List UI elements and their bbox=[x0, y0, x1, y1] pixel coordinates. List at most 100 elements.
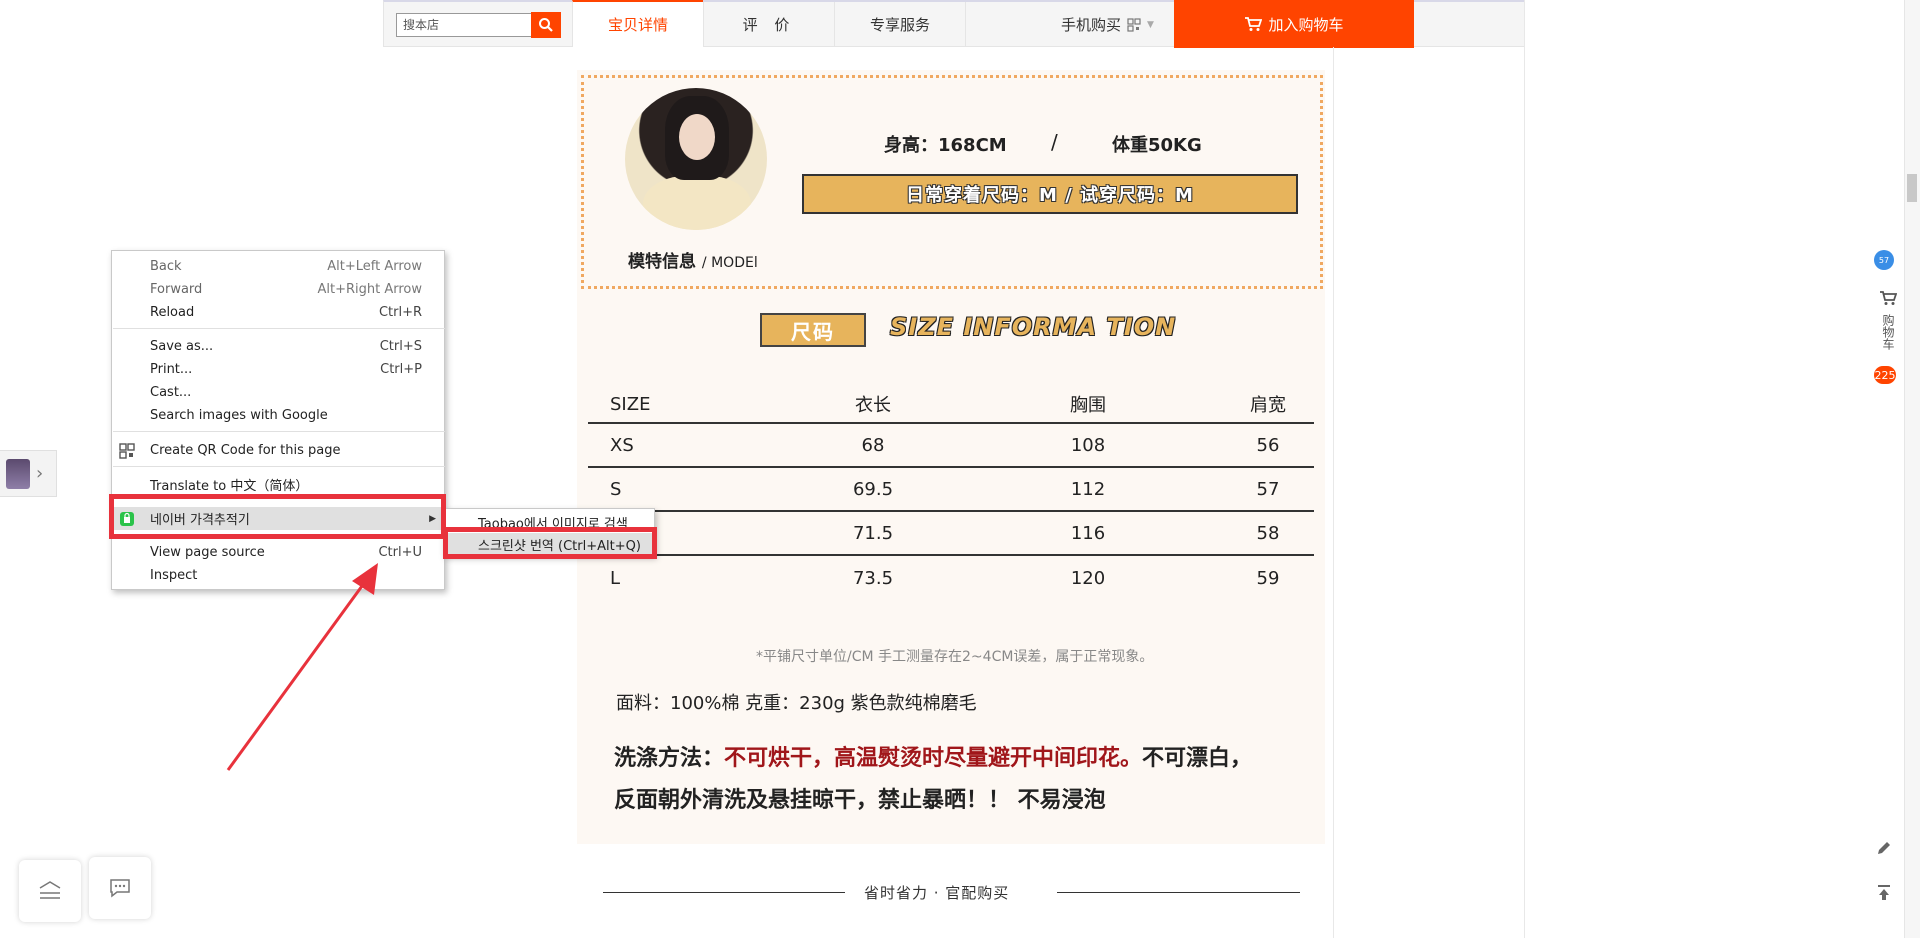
model-weight: 体重50KG bbox=[1112, 135, 1202, 156]
menu-item-label: Save as... bbox=[150, 339, 214, 354]
menu-item-search-images[interactable]: Search images with Google bbox=[112, 404, 444, 427]
annotation-highlight-box bbox=[443, 527, 657, 559]
measurement-note: *平铺尺寸单位/CM 手工测量存在2~4CM误差，属于正常现象。 bbox=[756, 649, 1154, 665]
table-cell: 59 bbox=[1256, 567, 1280, 589]
menu-item-shortcut: Ctrl+S bbox=[379, 339, 422, 354]
cart-icon bbox=[1880, 291, 1898, 305]
menu-item-translate[interactable]: Translate to 中文（简体） bbox=[112, 473, 444, 496]
history-thumbnail-toggle[interactable]: › bbox=[0, 450, 57, 497]
table-header-row: SIZE 衣长 胸围 肩宽 bbox=[588, 386, 1314, 424]
tab-exclusive-service[interactable]: 专享服务 bbox=[834, 2, 966, 47]
table-cell: XS bbox=[610, 434, 634, 456]
model-height: 身高：168CM bbox=[884, 135, 1007, 156]
table-cell: 56 bbox=[1256, 434, 1280, 456]
table-cell: 116 bbox=[1070, 522, 1106, 544]
add-to-cart-label: 加入购物车 bbox=[1268, 15, 1344, 34]
feedback-button[interactable] bbox=[1876, 840, 1892, 860]
table-row: XS 68 108 56 bbox=[588, 424, 1314, 468]
tab-product-detail[interactable]: 宝贝详情 bbox=[572, 0, 703, 47]
scrollbar-thumb[interactable] bbox=[1907, 174, 1917, 202]
table-header-cell: 胸围 bbox=[1070, 395, 1106, 416]
shop-search-input[interactable]: 搜本店 bbox=[396, 13, 532, 37]
wash-instructions-line2: 反面朝外清洗及悬挂晾干，禁止暴晒！！ 不易浸泡 bbox=[614, 788, 1106, 813]
menu-item-create-qr[interactable]: Create QR Code for this page bbox=[112, 439, 444, 462]
table-cell: 71.5 bbox=[852, 522, 894, 544]
annotation-arrow bbox=[226, 563, 378, 771]
model-separator: / bbox=[1051, 130, 1058, 154]
model-photo bbox=[625, 88, 767, 230]
menu-item-label: Back bbox=[150, 259, 182, 274]
qr-code-icon bbox=[119, 443, 135, 459]
menu-separator bbox=[113, 431, 445, 432]
column-divider bbox=[1524, 0, 1525, 938]
chevron-right-icon: › bbox=[36, 463, 44, 484]
wash-suffix: 不可漂白， bbox=[1142, 746, 1253, 771]
menu-item-label: Print... bbox=[150, 362, 193, 377]
chevron-down-icon: ▼ bbox=[1147, 19, 1154, 30]
size-table: SIZE 衣长 胸围 肩宽 XS 68 108 56 S 69.5 112 57… bbox=[588, 386, 1314, 600]
menu-item-label: Translate to 中文（简体） bbox=[150, 479, 309, 494]
menu-item-reload[interactable]: Reload Ctrl+R bbox=[112, 301, 444, 324]
model-size-banner: 日常穿着尺码：M / 试穿尺码：M bbox=[802, 174, 1298, 214]
table-row: M 71.5 116 58 bbox=[588, 512, 1314, 556]
menu-separator bbox=[113, 328, 445, 329]
menu-item-label: Create QR Code for this page bbox=[150, 443, 341, 458]
table-cell: 120 bbox=[1070, 567, 1106, 589]
menu-item-shortcut: Ctrl+R bbox=[378, 305, 422, 320]
menu-item-label: Cast... bbox=[150, 385, 192, 400]
model-info-label: 模特信息 / MODEl bbox=[628, 247, 758, 272]
menu-item-label: Inspect bbox=[150, 568, 198, 583]
table-cell: 57 bbox=[1256, 478, 1280, 500]
model-info-title: 模特信息 bbox=[628, 252, 696, 272]
menu-item-shortcut: Alt+Left Arrow bbox=[327, 259, 422, 274]
avatar-shirt bbox=[643, 176, 751, 230]
menu-item-shortcut: Alt+Right Arrow bbox=[317, 282, 422, 297]
annotation-highlight-box bbox=[109, 494, 446, 539]
table-cell: 73.5 bbox=[852, 567, 894, 589]
search-icon bbox=[539, 18, 553, 32]
scrollbar-track[interactable] bbox=[1904, 0, 1920, 938]
size-section-tag: 尺码 bbox=[760, 313, 866, 347]
wash-prefix: 洗涤方法： bbox=[614, 746, 725, 771]
table-cell: L bbox=[610, 567, 621, 589]
menu-item-shortcut: Ctrl+P bbox=[380, 362, 422, 377]
menu-item-print[interactable]: Print... Ctrl+P bbox=[112, 358, 444, 381]
footer-slogan: 省时省力 · 官配购买 bbox=[864, 884, 1010, 902]
sidebar-cart-button[interactable]: 购物车 bbox=[1876, 290, 1900, 350]
table-cell: S bbox=[610, 478, 622, 500]
thumbnail-image bbox=[6, 459, 30, 489]
product-nav-bar: 搜本店 宝贝详情 评 价 专享服务 手机购买 ▼ 加入购物车 bbox=[383, 0, 1525, 48]
floating-menu-button[interactable] bbox=[19, 860, 81, 922]
menu-item-label: Forward bbox=[150, 282, 203, 297]
cart-count-badge: 225 bbox=[1874, 366, 1896, 384]
floating-chat-button[interactable] bbox=[89, 857, 151, 919]
table-header-cell: SIZE bbox=[610, 393, 651, 415]
avatar-face bbox=[679, 114, 715, 160]
divider bbox=[1057, 892, 1300, 893]
menu-layers-icon bbox=[39, 881, 61, 899]
wash-instructions-line1: 洗涤方法：不可烘干，高温熨烫时尽量避开中间印花。不可漂白， bbox=[614, 740, 1252, 772]
table-cell: 58 bbox=[1256, 522, 1280, 544]
add-to-cart-button[interactable]: 加入购物车 bbox=[1174, 0, 1414, 48]
table-row: L 73.5 120 59 bbox=[588, 556, 1314, 600]
sidebar-cart-label: 购物车 bbox=[1881, 314, 1895, 350]
menu-item-back[interactable]: Back Alt+Left Arrow bbox=[112, 255, 444, 278]
size-section-title: SIZE INFORMA TION bbox=[890, 313, 1177, 341]
browser-context-menu: Back Alt+Left Arrow Forward Alt+Right Ar… bbox=[111, 250, 445, 590]
menu-item-label: Search images with Google bbox=[150, 408, 328, 423]
column-divider bbox=[1333, 47, 1334, 938]
table-header-cell: 衣长 bbox=[855, 395, 891, 416]
back-to-top-button[interactable] bbox=[1876, 884, 1892, 906]
menu-item-save-as[interactable]: Save as... Ctrl+S bbox=[112, 335, 444, 358]
model-info-subtitle: / MODEl bbox=[701, 255, 758, 271]
table-cell: 69.5 bbox=[852, 478, 894, 500]
menu-item-forward[interactable]: Forward Alt+Right Arrow bbox=[112, 278, 444, 301]
menu-item-cast[interactable]: Cast... bbox=[112, 381, 444, 404]
search-button[interactable] bbox=[531, 12, 561, 38]
divider bbox=[603, 892, 845, 893]
message-badge[interactable]: 57 bbox=[1874, 250, 1894, 270]
arrow-up-to-top-icon bbox=[1878, 885, 1890, 900]
tab-reviews[interactable]: 评 价 bbox=[703, 2, 834, 47]
cart-icon bbox=[1245, 17, 1263, 31]
mobile-buy-link[interactable]: 手机购买 ▼ bbox=[1061, 2, 1154, 47]
